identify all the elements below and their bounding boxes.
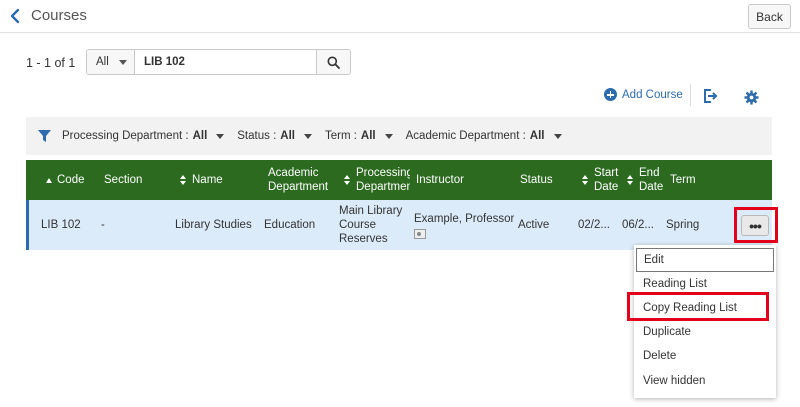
- column-label: Instructor: [416, 174, 464, 186]
- table-row[interactable]: LIB 102 - Library Studies Education Main…: [26, 200, 772, 250]
- cell-status: Active: [518, 219, 550, 231]
- column-label: End Date: [639, 167, 664, 193]
- menu-item-duplicate[interactable]: Duplicate: [634, 320, 776, 344]
- column-header-status[interactable]: Status: [520, 160, 553, 200]
- column-header-start-date[interactable]: Start Date: [582, 160, 622, 200]
- column-header-name[interactable]: Name: [180, 160, 223, 200]
- toolbar-divider: [690, 84, 691, 106]
- courses-table: Code Section Name Academic Department Pr…: [26, 160, 772, 250]
- column-label: Section: [104, 174, 143, 186]
- highlight-box: [627, 292, 769, 321]
- highlight-box: [734, 207, 778, 243]
- cell-start-date: 02/2...: [578, 219, 610, 231]
- filter-icon[interactable]: [38, 130, 51, 142]
- top-bar: Courses Back: [0, 0, 800, 33]
- menu-item-view-hidden[interactable]: View hidden: [634, 369, 776, 393]
- cell-academic-department: Education: [264, 219, 316, 231]
- facet-processing-department[interactable]: Processing Department : All: [62, 130, 225, 142]
- column-header-instructor[interactable]: Instructor: [416, 160, 464, 200]
- search-icon: [327, 56, 340, 69]
- column-label: Start Date: [594, 167, 619, 193]
- sort-icon: [180, 174, 187, 186]
- menu-item-delete[interactable]: Delete: [634, 344, 776, 368]
- cell-processing-department: Main Library Course Reserves: [339, 205, 403, 245]
- cell-name: Library Studies: [175, 219, 252, 231]
- facet-value: All: [529, 130, 545, 142]
- caret-down-icon: [216, 133, 225, 139]
- facet-academic-department[interactable]: Academic Department : All: [406, 130, 562, 142]
- contact-card-icon[interactable]: [414, 228, 426, 239]
- column-header-end-date[interactable]: End Date: [627, 160, 667, 200]
- instructor-name: Example, Professor: [414, 212, 515, 225]
- caret-down-icon: [119, 60, 127, 65]
- cell-instructor: Example, Professor: [414, 200, 514, 250]
- facet-value: All: [360, 130, 376, 142]
- search-button[interactable]: [316, 50, 350, 74]
- gear-icon[interactable]: [744, 90, 759, 105]
- search-group: All: [86, 49, 351, 75]
- chevron-left-icon[interactable]: [8, 7, 22, 25]
- column-label: Code: [57, 174, 85, 186]
- facet-label: Term :: [324, 130, 357, 142]
- column-header-section[interactable]: Section: [104, 160, 142, 200]
- table-header: Code Section Name Academic Department Pr…: [26, 160, 772, 200]
- cell-section: -: [101, 219, 105, 231]
- caret-down-icon: [384, 133, 393, 139]
- page-title: Courses: [31, 7, 87, 24]
- column-header-term[interactable]: Term: [670, 160, 696, 200]
- add-circle-icon: [604, 88, 617, 101]
- search-scope-select[interactable]: All: [87, 50, 135, 74]
- row-actions-menu: Edit Reading List Copy Reading List Dupl…: [634, 245, 776, 398]
- add-course-label: Add Course: [622, 88, 683, 101]
- search-input[interactable]: [135, 50, 316, 74]
- sort-ascending-icon: [46, 177, 52, 183]
- sort-icon: [582, 174, 589, 186]
- facet-label: Academic Department :: [405, 130, 526, 142]
- menu-item-edit[interactable]: Edit: [636, 248, 774, 272]
- facet-value: All: [280, 130, 295, 142]
- facet-term[interactable]: Term : All: [325, 130, 393, 142]
- caret-down-icon: [553, 133, 562, 139]
- cell-code[interactable]: LIB 102: [41, 200, 81, 250]
- add-course-button[interactable]: Add Course: [604, 88, 683, 101]
- facet-label: Processing Department :: [62, 130, 189, 142]
- filter-bar: Processing Department : All Status : All…: [26, 117, 772, 155]
- search-scope-value: All: [96, 56, 109, 68]
- column-label: Name: [192, 174, 223, 186]
- export-icon[interactable]: [702, 88, 718, 104]
- column-header-academic-department[interactable]: Academic Department: [268, 160, 332, 200]
- cell-term: Spring: [666, 219, 700, 231]
- column-header-code[interactable]: Code: [46, 160, 85, 200]
- back-button[interactable]: Back: [748, 4, 791, 29]
- column-header-processing-department[interactable]: Processing Departmen: [344, 160, 410, 200]
- facet-value: All: [192, 130, 208, 142]
- sort-icon: [627, 174, 634, 186]
- cell-end-date: 06/2...: [622, 219, 654, 231]
- column-label: Term: [670, 174, 696, 186]
- caret-down-icon: [303, 133, 312, 139]
- column-label: Processing Departmen: [356, 167, 410, 193]
- facet-label: Status :: [237, 130, 277, 142]
- sort-icon: [344, 174, 351, 186]
- column-label: Academic Department: [268, 167, 329, 193]
- column-label: Status: [520, 174, 553, 186]
- facet-status[interactable]: Status : All: [237, 130, 312, 142]
- result-count: 1 - 1 of 1: [26, 56, 76, 70]
